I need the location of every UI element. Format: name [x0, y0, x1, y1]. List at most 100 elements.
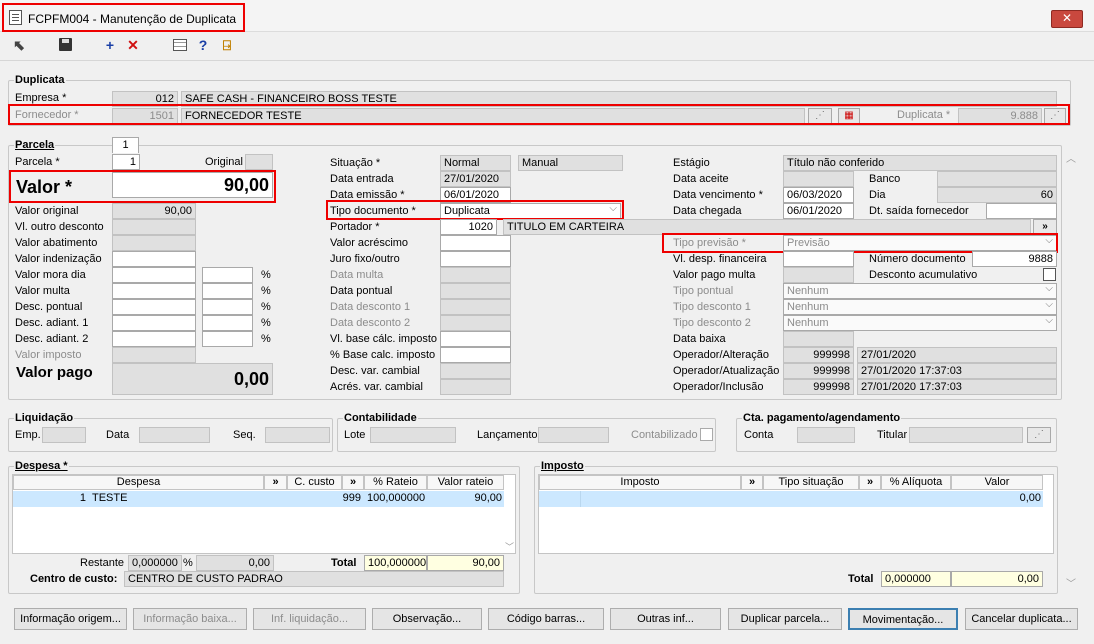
add-icon[interactable]: +	[101, 36, 119, 54]
dt-saida-label: Dt. saída fornecedor	[869, 205, 969, 217]
calendar-icon[interactable]: ▦	[838, 108, 860, 124]
c-custo-cell: 999	[342, 492, 361, 504]
cta-pagamento-section-title: Cta. pagamento/agendamento	[742, 412, 902, 424]
valor-rateio-col-header[interactable]: Valor rateio	[427, 475, 504, 490]
despesa-code-cell: 1	[79, 492, 86, 504]
data-pontual-label: Data pontual	[330, 285, 393, 297]
desc-adiant2-label: Desc. adiant. 2	[15, 333, 89, 345]
vertical-scrollbar[interactable]: ︿ ﹀	[1064, 150, 1078, 590]
data-chegada-field[interactable]: 06/01/2020	[783, 203, 854, 219]
despesa-total-valor-field: 90,00	[427, 555, 504, 571]
informacao-origem-button[interactable]: Informação origem...	[14, 608, 127, 630]
close-button[interactable]: ✕	[1051, 10, 1083, 28]
data-emissao-field[interactable]: 06/01/2020	[440, 187, 511, 203]
data-entrada-field: 27/01/2020	[440, 171, 511, 187]
desconto-acumulativo-checkbox[interactable]	[1043, 268, 1056, 281]
desc-pontual-field[interactable]	[112, 299, 196, 315]
dia-label: Dia	[869, 189, 886, 201]
cancelar-duplicata-button[interactable]: Cancelar duplicata...	[965, 608, 1078, 630]
valor-mora-dia-pct-field[interactable]	[202, 267, 253, 283]
movimentacao-button[interactable]: Movimentação...	[848, 608, 958, 630]
desc-adiant1-pct-field[interactable]	[202, 315, 253, 331]
scroll-down-icon[interactable]: ﹀	[505, 540, 515, 553]
desc-adiant1-field[interactable]	[112, 315, 196, 331]
parcela-tab[interactable]: 1	[112, 137, 139, 153]
valor-field[interactable]: 90,00	[112, 172, 273, 198]
op-atualizacao-date: 27/01/2020 17:37:03	[857, 363, 1057, 379]
pct-sign: %	[261, 301, 271, 313]
portador-expand-button[interactable]: »	[1033, 219, 1057, 235]
tipo-desconto2-label: Tipo desconto 2	[673, 317, 751, 329]
valor-mora-dia-field[interactable]	[112, 267, 196, 283]
pointer-icon[interactable]: ⬉	[10, 36, 28, 54]
aliquota-col-header[interactable]: % Alíquota	[881, 475, 951, 490]
titular-search-button[interactable]: ⋰	[1027, 427, 1051, 443]
valor-multa-pct-field[interactable]	[202, 283, 253, 299]
outras-inf-button[interactable]: Outras inf...	[610, 608, 721, 630]
empresa-label: Empresa *	[15, 92, 67, 104]
vl-outro-desconto-label: Vl. outro desconto	[15, 221, 104, 233]
tipo-documento-select[interactable]: Duplicata	[440, 203, 621, 219]
tipo-situacao-col-header[interactable]: Tipo situação	[763, 475, 859, 490]
tipo-previsao-label: Tipo previsão *	[673, 237, 746, 249]
valor-indenizacao-label: Valor indenização	[15, 253, 102, 265]
dt-saida-field[interactable]	[986, 203, 1057, 219]
duplicata-search-button[interactable]: ⋰	[1044, 108, 1066, 124]
save-icon[interactable]	[56, 36, 74, 54]
inf-liquidacao-button[interactable]: Inf. liquidação...	[253, 608, 366, 630]
tipo-desconto1-select[interactable]: Nenhum	[783, 299, 1057, 315]
despesa-col-header[interactable]: Despesa	[13, 475, 264, 490]
fornecedor-code-field[interactable]: 1501	[112, 108, 178, 124]
tipo-situacao-nav-icon[interactable]: »	[859, 475, 881, 490]
despesa-total-label: Total	[331, 557, 357, 569]
imposto-col-header[interactable]: Imposto	[539, 475, 741, 490]
tipo-pontual-select[interactable]: Nenhum	[783, 283, 1057, 299]
vl-base-calc-field[interactable]	[440, 331, 511, 347]
banco-field	[937, 171, 1057, 187]
c-custo-nav-icon[interactable]: »	[342, 475, 364, 490]
valor-pago-multa-field	[783, 267, 854, 283]
delete-icon[interactable]: ✕	[124, 36, 142, 54]
despesa-nav-icon[interactable]: »	[264, 475, 287, 490]
desc-adiant2-field[interactable]	[112, 331, 196, 347]
parcela-field[interactable]: 1	[112, 154, 140, 170]
contabilizado-checkbox[interactable]	[700, 428, 713, 441]
duplicata-number-label: Duplicata *	[897, 109, 951, 121]
tipo-desconto2-select[interactable]: Nenhum	[783, 315, 1057, 331]
pct-base-calc-field[interactable]	[440, 347, 511, 363]
portador-code-field[interactable]: 1020	[440, 219, 497, 235]
despesa-section-title: Despesa *	[14, 460, 69, 472]
help-icon[interactable]: ?	[194, 36, 212, 54]
informacao-baixa-button[interactable]: Informação baixa...	[133, 608, 247, 630]
desc-adiant2-pct-field[interactable]	[202, 331, 253, 347]
empresa-code-field[interactable]: 012	[112, 91, 178, 107]
seq-field	[265, 427, 330, 443]
grid-icon[interactable]	[171, 36, 189, 54]
exit-door-icon[interactable]: ⍈	[218, 36, 236, 54]
fornecedor-search-button[interactable]: ⋰	[808, 108, 832, 124]
rateio-col-header[interactable]: % Rateio	[364, 475, 427, 490]
duplicar-parcela-button[interactable]: Duplicar parcela...	[728, 608, 842, 630]
parcela-section-title: Parcela	[14, 139, 56, 151]
valor-multa-field[interactable]	[112, 283, 196, 299]
valor-abatimento-field	[112, 235, 196, 251]
valor-col-header[interactable]: Valor	[951, 475, 1043, 490]
pct-sign: %	[261, 269, 271, 281]
duplicata-number-field[interactable]: 9.888	[958, 108, 1042, 124]
c-custo-col-header[interactable]: C. custo	[287, 475, 342, 490]
data-desconto1-label: Data desconto 1	[330, 301, 411, 313]
imposto-nav-icon[interactable]: »	[741, 475, 763, 490]
data-vencimento-field[interactable]: 06/03/2020	[783, 187, 854, 203]
tipo-previsao-select[interactable]: Previsão	[783, 235, 1057, 251]
numero-documento-field[interactable]: 9888	[972, 251, 1057, 267]
vl-desp-financeira-field[interactable]	[783, 251, 854, 267]
valor-acrescimo-field[interactable]	[440, 235, 511, 251]
juro-field[interactable]	[440, 251, 511, 267]
pct-sign: %	[261, 333, 271, 345]
observacao-button[interactable]: Observação...	[372, 608, 482, 630]
desc-pontual-pct-field[interactable]	[202, 299, 253, 315]
valor-indenizacao-field[interactable]	[112, 251, 196, 267]
desconto-acumulativo-label: Desconto acumulativo	[869, 269, 978, 281]
codigo-barras-button[interactable]: Código barras...	[488, 608, 604, 630]
despesa-name-cell: TESTE	[92, 492, 128, 504]
